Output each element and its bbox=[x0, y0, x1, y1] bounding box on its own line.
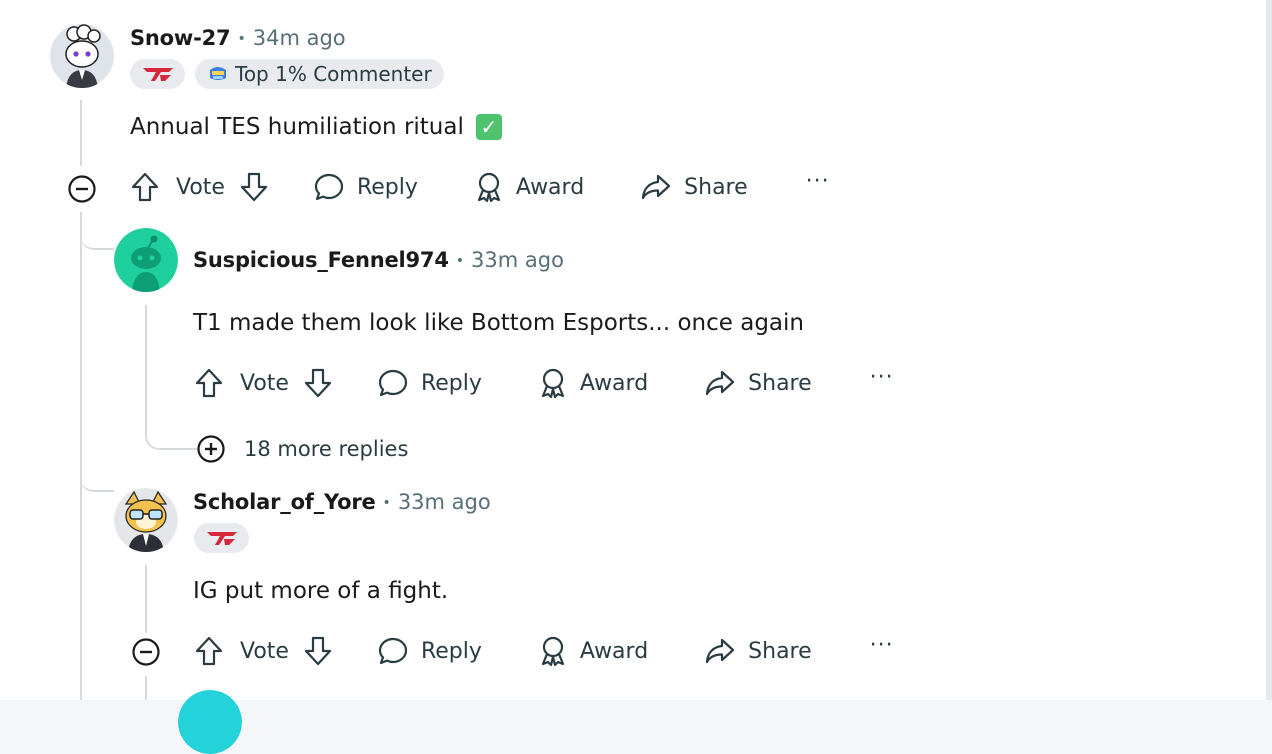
award-button[interactable]: Award bbox=[538, 635, 648, 667]
more-replies-label: 18 more replies bbox=[244, 437, 409, 461]
comment-text: T1 made them look like Bottom Esports...… bbox=[193, 310, 804, 336]
reply-label: Reply bbox=[420, 370, 482, 396]
vote-label: Vote bbox=[176, 174, 225, 200]
timestamp[interactable]: 33m ago bbox=[398, 490, 491, 514]
username[interactable]: Scholar_of_Yore bbox=[193, 490, 376, 514]
upvote-icon bbox=[195, 636, 223, 666]
share-button[interactable]: Share bbox=[640, 171, 748, 203]
award-icon bbox=[541, 368, 565, 399]
comment-meta: Suspicious_Fennel974 • 33m ago bbox=[193, 248, 564, 272]
upvote-icon bbox=[195, 368, 223, 398]
share-label: Share bbox=[684, 174, 748, 200]
check-mark-emoji-icon: ✓ bbox=[475, 114, 502, 140]
user-flairs: Top 1% Commenter bbox=[130, 59, 444, 89]
thread-line[interactable] bbox=[80, 100, 82, 166]
avatar[interactable] bbox=[114, 228, 178, 292]
flair-text: Top 1% Commenter bbox=[235, 62, 432, 86]
vote-count: Vote bbox=[240, 371, 289, 396]
user-flairs bbox=[194, 523, 249, 553]
award-label: Award bbox=[579, 370, 649, 396]
reply-button[interactable]: Reply bbox=[377, 367, 482, 399]
downvote-button[interactable] bbox=[239, 171, 269, 203]
thread-line[interactable] bbox=[145, 565, 147, 633]
scroll-edge bbox=[1266, 0, 1272, 700]
award-icon bbox=[477, 172, 501, 203]
award-button[interactable]: Award bbox=[474, 171, 584, 203]
reply-label: Reply bbox=[356, 174, 418, 200]
team-flair bbox=[194, 523, 249, 553]
award-icon bbox=[541, 636, 565, 667]
username[interactable]: Snow-27 bbox=[130, 26, 231, 50]
comment-body: T1 made them look like Bottom Esports...… bbox=[193, 310, 804, 336]
thread-connector bbox=[80, 212, 114, 250]
share-icon bbox=[642, 174, 671, 200]
more-options-button[interactable]: ··· bbox=[806, 169, 830, 194]
comment-text: IG put more of a fight. bbox=[193, 578, 449, 604]
share-button[interactable]: Share bbox=[704, 367, 812, 399]
timestamp[interactable]: 34m ago bbox=[253, 26, 346, 50]
team-logo-icon bbox=[142, 68, 173, 81]
avatar[interactable] bbox=[50, 24, 114, 88]
reply-button[interactable]: Reply bbox=[377, 635, 482, 667]
share-label: Share bbox=[748, 638, 812, 664]
reply-button[interactable]: Reply bbox=[313, 171, 418, 203]
upvote-button[interactable] bbox=[194, 367, 224, 399]
share-button[interactable]: Share bbox=[704, 635, 812, 667]
upvote-button[interactable] bbox=[194, 635, 224, 667]
comment-actions: Vote Reply Award Share ··· bbox=[194, 365, 894, 399]
downvote-button[interactable] bbox=[303, 367, 333, 399]
collapse-thread-button[interactable] bbox=[131, 637, 161, 667]
comment-actions: Vote Reply Award Share ··· bbox=[130, 169, 830, 203]
thread-line[interactable] bbox=[145, 676, 147, 700]
reply-icon bbox=[314, 173, 344, 201]
comment-meta: Scholar_of_Yore • 33m ago bbox=[193, 490, 491, 514]
separator-dot: • bbox=[382, 495, 391, 511]
top-commenter-flair: Top 1% Commenter bbox=[195, 59, 444, 89]
upvote-button[interactable] bbox=[130, 171, 160, 203]
thread-connector bbox=[80, 450, 114, 492]
vote-count: Vote bbox=[176, 175, 225, 200]
comment-meta: Snow-27 • 34m ago bbox=[130, 26, 346, 50]
team-logo-icon bbox=[206, 532, 237, 545]
upvote-icon bbox=[131, 172, 159, 202]
reply-label: Reply bbox=[420, 638, 482, 664]
collapse-thread-button[interactable] bbox=[67, 174, 97, 204]
separator-dot: • bbox=[237, 31, 246, 47]
comment-body: Annual TES humiliation ritual ✓ bbox=[130, 114, 502, 140]
award-label: Award bbox=[579, 638, 649, 664]
comment-body: IG put more of a fight. bbox=[193, 578, 448, 604]
downvote-button[interactable] bbox=[303, 635, 333, 667]
award-label: Award bbox=[515, 174, 585, 200]
commenter-badge-icon bbox=[207, 64, 229, 84]
comment-actions: Vote Reply Award Share ··· bbox=[194, 633, 894, 667]
share-label: Share bbox=[748, 370, 812, 396]
reply-icon bbox=[378, 637, 408, 665]
share-icon bbox=[706, 638, 735, 664]
reply-icon bbox=[378, 369, 408, 397]
comment-text: Annual TES humiliation ritual bbox=[130, 114, 464, 140]
thread-connector bbox=[145, 400, 199, 450]
downvote-icon bbox=[240, 172, 268, 202]
share-icon bbox=[706, 370, 735, 396]
downvote-icon bbox=[304, 368, 332, 398]
more-replies-button[interactable]: 18 more replies bbox=[196, 434, 408, 464]
vote-count: Vote bbox=[240, 639, 289, 664]
username[interactable]: Suspicious_Fennel974 bbox=[193, 248, 449, 272]
separator-dot: • bbox=[455, 253, 465, 269]
downvote-icon bbox=[304, 636, 332, 666]
avatar[interactable] bbox=[114, 488, 178, 552]
team-flair bbox=[130, 59, 185, 89]
award-button[interactable]: Award bbox=[538, 367, 648, 399]
timestamp[interactable]: 33m ago bbox=[471, 248, 564, 272]
more-options-button[interactable]: ··· bbox=[870, 633, 894, 658]
expand-plus-icon bbox=[197, 435, 225, 463]
vote-label: Vote bbox=[240, 370, 289, 396]
vote-label: Vote bbox=[240, 638, 289, 664]
more-options-button[interactable]: ··· bbox=[870, 365, 894, 390]
comment-thread: Snow-27 • 34m ago Top 1% Commenter Annua… bbox=[0, 0, 1266, 754]
